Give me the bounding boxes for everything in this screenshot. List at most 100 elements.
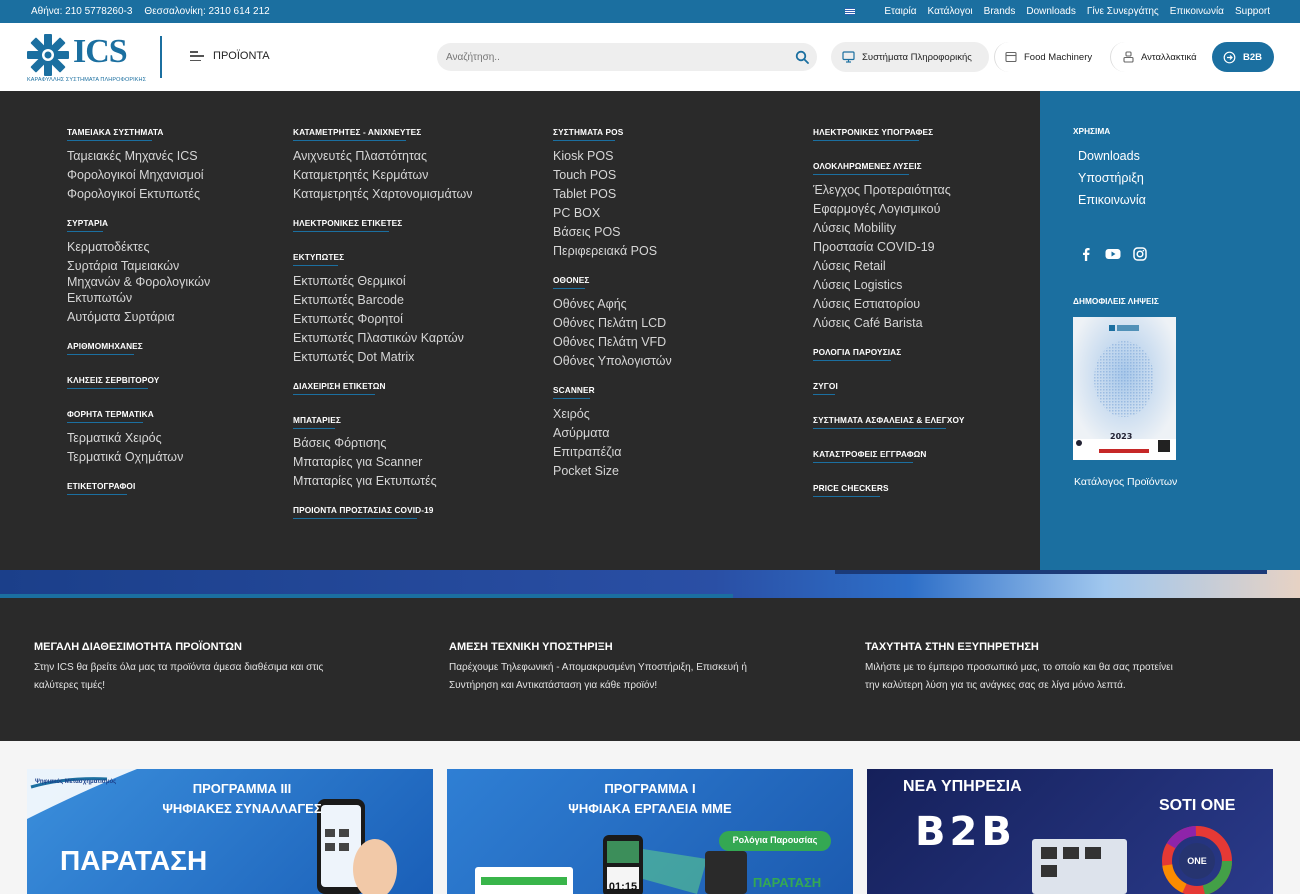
menu-item[interactable]: Εφαρμογές Λογισμικού <box>813 201 940 217</box>
menu-item[interactable]: Οθόνες Πελάτη LCD <box>553 315 666 331</box>
menu-item[interactable]: Έλεγχος Προτεραιότητας <box>813 182 951 198</box>
menu-item[interactable]: Επιτραπέζια <box>553 444 622 460</box>
menu-category[interactable]: ΤΑΜΕΙΑΚΑ ΣΥΣΤΗΜΑΤΑ <box>67 127 163 141</box>
menu-category[interactable]: ΖΥΓΟΙ <box>813 381 838 395</box>
menu-item[interactable]: Pocket Size <box>553 463 619 479</box>
menu-item[interactable]: Αυτόματα Συρτάρια <box>67 309 175 325</box>
menu-item[interactable]: Τερματικά Οχημάτων <box>67 449 183 465</box>
top-link-catalogs[interactable]: Κατάλογοι <box>928 6 973 17</box>
greek-flag-icon[interactable] <box>845 8 856 15</box>
menu-category[interactable]: ΣΥΣΤΗΜΑΤΑ ΑΣΦΑΛΕΙΑΣ & ΕΛΕΓΧΟΥ <box>813 415 964 429</box>
menu-category[interactable]: ΡΟΛΟΓΙΑ ΠΑΡΟΥΣΙΑΣ <box>813 347 901 361</box>
menu-item[interactable]: Μπαταρίες για Εκτυπωτές <box>293 473 437 489</box>
top-link-brands[interactable]: Brands <box>984 6 1016 17</box>
menu-item[interactable]: Εκτυπωτές Barcode <box>293 292 404 308</box>
menu-category[interactable]: ΕΤΙΚΕΤΟΓΡΑΦΟΙ <box>67 481 135 495</box>
menu-item[interactable]: Συρτάρια Ταμειακών <box>67 258 179 274</box>
menu-category[interactable]: ΚΑΤΑΜΕΤΡΗΤΕΣ - ΑΝΙΧΝΕΥΤΕΣ <box>293 127 421 141</box>
menu-item[interactable]: Μηχανών & Φορολογικών <box>67 274 210 290</box>
menu-category[interactable]: PRICE CHECKERS <box>813 483 889 497</box>
banner-digital-tools[interactable]: ΠΡΟΓΡΑΜΜΑ Ι ΨΗΦΙΑΚΑ ΕΡΓΑΛΕΙΑ ΜΜΕ Ρολόγια… <box>447 769 853 894</box>
menu-item[interactable]: Λύσεις Mobility <box>813 220 896 236</box>
menu-item[interactable]: Ταμειακές Μηχανές ICS <box>67 148 198 164</box>
feature-line: Μιλήστε με το έμπειρο προσωπικό μας, το … <box>865 662 1173 673</box>
menu-item[interactable]: Εκτυπωτών <box>67 290 132 306</box>
menu-category[interactable]: ΟΘΟΝΕΣ <box>553 275 589 289</box>
menu-item[interactable]: Οθόνες Πελάτη VFD <box>553 334 666 350</box>
menu-category[interactable]: ΕΚΤΥΠΩΤΕΣ <box>293 252 344 266</box>
menu-item[interactable]: Κερματοδέκτες <box>67 239 149 255</box>
phone-thessaloniki[interactable]: Θεσσαλονίκη: 2310 614 212 <box>144 6 269 17</box>
menu-item[interactable]: Touch POS <box>553 167 616 183</box>
menu-item[interactable]: Φορολογικοί Μηχανισμοί <box>67 167 204 183</box>
top-link-company[interactable]: Εταιρία <box>884 6 916 17</box>
ics-logo[interactable]: ICS ΚΑΡΑΦΥΛΛΗΣ ΣΥΣΤΗΜΑΤΑ ΠΛΗΡΟΦΟΡΙΚΗΣ <box>27 32 146 84</box>
menu-item[interactable]: Χειρός <box>553 406 590 422</box>
menu-category[interactable]: ΔΙΑΧΕΙΡΙΣΗ ΕΤΙΚΕΤΩΝ <box>293 381 386 395</box>
menu-item[interactable]: Λύσεις Retail <box>813 258 886 274</box>
hero-banner-remnant <box>0 570 1300 598</box>
facebook-icon[interactable] <box>1079 247 1093 261</box>
menu-category[interactable]: ΗΛΕΚΤΡΟΝΙΚΕΣ ΥΠΟΓΡΑΦΕΣ <box>813 127 933 141</box>
products-menu-toggle[interactable]: ΠΡΟΪΟΝΤΑ <box>190 50 270 62</box>
menu-category[interactable]: ΦΟΡΗΤΑ ΤΕΡΜΑΤΙΚΑ <box>67 409 154 423</box>
menu-category[interactable]: ΠΡΟΙΟΝΤΑ ΠΡΟΣΤΑΣΙΑΣ COVID-19 <box>293 505 434 519</box>
menu-item[interactable]: Kiosk POS <box>553 148 613 164</box>
catalog-caption-link[interactable]: Κατάλογος Προϊόντων <box>1074 476 1177 488</box>
menu-item[interactable]: Βάσεις Φόρτισης <box>293 435 386 451</box>
side-link-contact[interactable]: Επικοινωνία <box>1078 193 1146 207</box>
menu-item[interactable]: PC BOX <box>553 205 600 221</box>
menu-item[interactable]: Οθόνες Αφής <box>553 296 627 312</box>
catalog-cover-image[interactable]: 2023 <box>1073 317 1176 460</box>
systems-nav-button[interactable]: Συστήματα Πληροφορικής <box>831 42 989 72</box>
menu-item[interactable]: Προστασία COVID-19 <box>813 239 935 255</box>
youtube-icon[interactable] <box>1105 247 1121 261</box>
side-link-support[interactable]: Υποστήριξη <box>1078 171 1144 185</box>
menu-category[interactable]: ΟΛΟΚΛΗΡΩΜΕΝΕΣ ΛΥΣΕΙΣ <box>813 161 922 175</box>
menu-category[interactable]: ΜΠΑΤΑΡΙΕΣ <box>293 415 341 429</box>
menu-item[interactable]: Τερματικά Χειρός <box>67 430 162 446</box>
menu-item[interactable]: Φορολογικοί Εκτυπωτές <box>67 186 200 202</box>
menu-item[interactable]: Λύσεις Εστιατορίου <box>813 296 920 312</box>
banner-b2b-service[interactable]: ΝΕΑ ΥΠΗΡΕΣΙΑ B2B SOTI ONE ONE <box>867 769 1273 894</box>
top-link-partner[interactable]: Γίνε Συνεργάτης <box>1087 6 1159 17</box>
feature-line: Στην ICS θα βρείτε όλα μας τα προϊόντα ά… <box>34 662 324 673</box>
popular-downloads-title: ΔΗΜΟΦΙΛΕΙΣ ΛΗΨΕΙΣ <box>1073 296 1159 306</box>
menu-category[interactable]: ΑΡΙΘΜΟΜΗΧΑΝΕΣ <box>67 341 143 355</box>
menu-item[interactable]: Εκτυπωτές Φορητοί <box>293 311 403 327</box>
search-icon[interactable] <box>795 50 809 64</box>
side-link-downloads[interactable]: Downloads <box>1078 149 1140 163</box>
banner-digital-transactions[interactable]: Ψηφιακός Μετασχηματισμός ΠΡΟΓΡΑΜΜΑ ΙΙΙ Ψ… <box>27 769 433 894</box>
menu-item[interactable]: Μπαταρίες για Scanner <box>293 454 422 470</box>
b2b-button[interactable]: B2B <box>1212 42 1274 72</box>
spare-parts-nav-button[interactable]: Ανταλλακτικά <box>1110 42 1208 72</box>
menu-item[interactable]: Εκτυπωτές Θερμικοί <box>293 273 406 289</box>
menu-item[interactable]: Ανιχνευτές Πλαστότητας <box>293 148 427 164</box>
top-link-downloads[interactable]: Downloads <box>1026 6 1075 17</box>
search-input[interactable] <box>446 49 776 65</box>
menu-category[interactable]: ΗΛΕΚΤΡΟΝΙΚΕΣ ΕΤΙΚΕΤΕΣ <box>293 218 402 232</box>
menu-category[interactable]: SCANNER <box>553 385 595 399</box>
phone-numbers: Αθήνα: 210 5778260-3 Θεσσαλονίκη: 2310 6… <box>31 6 270 17</box>
menu-item[interactable]: Καταμετρητές Κερμάτων <box>293 167 428 183</box>
menu-item[interactable]: Εκτυπωτές Dot Matrix <box>293 349 414 365</box>
menu-category[interactable]: ΣΥΡΤΑΡΙΑ <box>67 218 108 232</box>
menu-item[interactable]: Βάσεις POS <box>553 224 621 240</box>
menu-item[interactable]: Οθόνες Υπολογιστών <box>553 353 672 369</box>
feature-line: Παρέχουμε Τηλεφωνική - Απομακρυσμένη Υπο… <box>449 662 747 673</box>
menu-item[interactable]: Ασύρματα <box>553 425 609 441</box>
menu-category[interactable]: ΚΑΤΑΣΤΡΟΦΕΙΣ ΕΓΓΡΑΦΩΝ <box>813 449 926 463</box>
menu-item[interactable]: Περιφερειακά POS <box>553 243 657 259</box>
menu-item[interactable]: Εκτυπωτές Πλαστικών Καρτών <box>293 330 464 346</box>
food-machinery-nav-button[interactable]: Food Machinery <box>994 42 1106 72</box>
top-link-contact[interactable]: Επικοινωνία <box>1170 6 1224 17</box>
phone-athens[interactable]: Αθήνα: 210 5778260-3 <box>31 6 132 17</box>
menu-item[interactable]: Tablet POS <box>553 186 616 202</box>
menu-item[interactable]: Λύσεις Logistics <box>813 277 902 293</box>
menu-category[interactable]: ΚΛΗΣΕΙΣ ΣΕΡΒΙΤΟΡΟΥ <box>67 375 159 389</box>
top-link-support[interactable]: Support <box>1235 6 1270 17</box>
menu-item[interactable]: Καταμετρητές Χαρτονομισμάτων <box>293 186 473 202</box>
menu-category[interactable]: ΣΥΣΤΗΜΑΤΑ POS <box>553 127 623 141</box>
instagram-icon[interactable] <box>1133 247 1147 261</box>
menu-item[interactable]: Λύσεις Café Barista <box>813 315 923 331</box>
